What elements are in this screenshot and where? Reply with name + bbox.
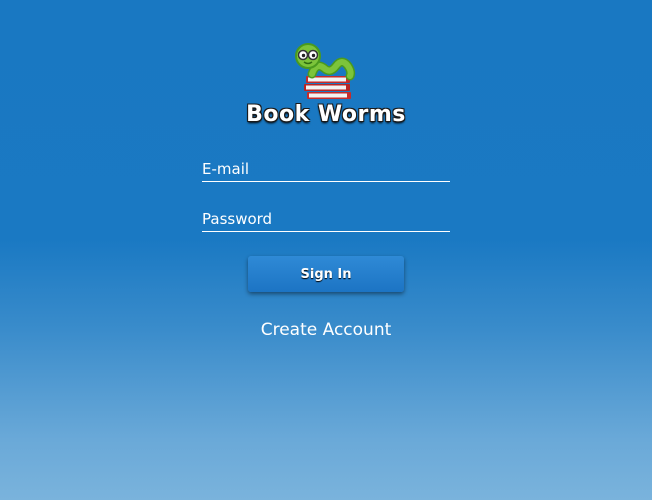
bookworm-logo-icon xyxy=(290,40,362,104)
signin-button[interactable]: Sign In xyxy=(248,256,404,292)
create-account-link[interactable]: Create Account xyxy=(0,320,652,340)
email-field[interactable] xyxy=(202,157,450,182)
password-field[interactable] xyxy=(202,207,450,232)
app-title: Book Worms xyxy=(246,102,406,127)
